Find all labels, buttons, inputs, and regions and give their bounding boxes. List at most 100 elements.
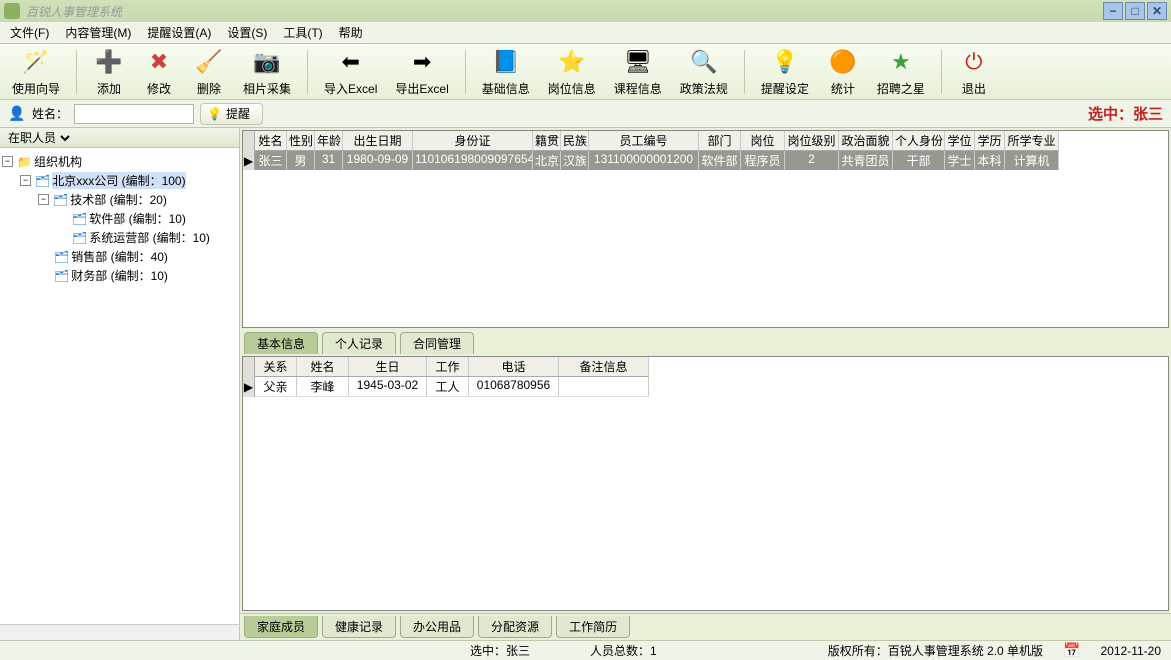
detail-header: 关系姓名生日工作电话备注信息 bbox=[255, 357, 649, 377]
menu-content[interactable]: 内容管理(M) bbox=[61, 22, 135, 43]
cell bbox=[559, 377, 649, 396]
tool-退出[interactable]: ⏻退出 bbox=[954, 44, 994, 99]
col-header[interactable]: 民族 bbox=[561, 131, 589, 150]
col-header[interactable]: 政治面貌 bbox=[839, 131, 893, 150]
相片采集-icon: 📷 bbox=[251, 46, 283, 78]
cell: 父亲 bbox=[255, 377, 297, 396]
tree-root[interactable]: − 📁 组织机构 bbox=[2, 152, 237, 171]
menu-file[interactable]: 文件(F) bbox=[6, 22, 53, 43]
sidebar: 在职人员 − 📁 组织机构 − 🗂 北京xxx公司 (编制：100) − 🗂 技… bbox=[0, 128, 240, 640]
org-icon: 🗂 bbox=[35, 174, 50, 188]
status-date: 2012-11-20 bbox=[1101, 644, 1162, 658]
使用向导-icon: 🪄 bbox=[20, 46, 52, 78]
col-header[interactable]: 姓名 bbox=[297, 357, 349, 376]
col-header[interactable]: 学历 bbox=[975, 131, 1005, 150]
col-header[interactable]: 岗位级别 bbox=[785, 131, 839, 150]
close-button[interactable]: ✕ bbox=[1147, 2, 1167, 20]
col-header[interactable]: 生日 bbox=[349, 357, 427, 376]
cell: 计算机 bbox=[1005, 151, 1059, 170]
cell: 张三 bbox=[255, 151, 287, 170]
menubar: 文件(F) 内容管理(M) 提醒设置(A) 设置(S) 工具(T) 帮助 bbox=[0, 22, 1171, 44]
col-header[interactable]: 个人身份 bbox=[893, 131, 945, 150]
tab-health[interactable]: 健康记录 bbox=[322, 616, 396, 638]
col-header[interactable]: 所学专业 bbox=[1005, 131, 1059, 150]
tree-company[interactable]: − 🗂 北京xxx公司 (编制：100) bbox=[2, 171, 237, 190]
政策法规-icon: 🔍 bbox=[688, 46, 720, 78]
table-row[interactable]: 父亲李峰1945-03-02工人01068780956 bbox=[255, 377, 649, 397]
tab-contract[interactable]: 合同管理 bbox=[400, 332, 474, 354]
tool-导入Excel[interactable]: ⬅导入Excel bbox=[320, 44, 381, 99]
tool-修改[interactable]: ✖修改 bbox=[139, 44, 179, 99]
col-header[interactable]: 年龄 bbox=[315, 131, 343, 150]
tool-删除[interactable]: 🧹删除 bbox=[189, 44, 229, 99]
table-row[interactable]: 张三男311980-09-09110106198009097654北京汉族131… bbox=[255, 151, 1059, 170]
tool-提醒设定[interactable]: 💡提醒设定 bbox=[757, 44, 813, 99]
minimize-button[interactable]: − bbox=[1103, 2, 1123, 20]
tab-resume[interactable]: 工作简历 bbox=[556, 616, 630, 638]
status-selected: 选中：张三 bbox=[470, 642, 530, 659]
tree-dept-soft[interactable]: 🗂 软件部 (编制：10) bbox=[2, 209, 237, 228]
maximize-button[interactable]: □ bbox=[1125, 2, 1145, 20]
tool-添加[interactable]: ➕添加 bbox=[89, 44, 129, 99]
cell: 北京 bbox=[533, 151, 561, 170]
tab-resource[interactable]: 分配资源 bbox=[478, 616, 552, 638]
tool-基础信息[interactable]: 📘基础信息 bbox=[478, 44, 534, 99]
tool-使用向导[interactable]: 🪄使用向导 bbox=[8, 44, 64, 99]
tree-dept-sales[interactable]: 🗂 销售部 (编制：40) bbox=[2, 247, 237, 266]
cell: 汉族 bbox=[561, 151, 589, 170]
menu-tools[interactable]: 工具(T) bbox=[279, 22, 326, 43]
tool-岗位信息[interactable]: ⭐岗位信息 bbox=[544, 44, 600, 99]
calendar-icon: 📅 bbox=[1063, 642, 1080, 659]
col-header[interactable]: 籍贯 bbox=[533, 131, 561, 150]
collapse-icon[interactable]: − bbox=[20, 175, 31, 186]
tool-相片采集[interactable]: 📷相片采集 bbox=[239, 44, 295, 99]
col-header[interactable]: 姓名 bbox=[255, 131, 287, 150]
cell: 2 bbox=[785, 151, 839, 170]
col-header[interactable]: 身份证 bbox=[413, 131, 533, 150]
staff-status-select[interactable]: 在职人员 bbox=[4, 130, 73, 146]
col-header[interactable]: 部门 bbox=[699, 131, 741, 150]
col-header[interactable]: 员工编号 bbox=[589, 131, 699, 150]
app-icon bbox=[4, 3, 20, 19]
tool-导出Excel[interactable]: ➡导出Excel bbox=[391, 44, 452, 99]
remind-button[interactable]: 💡 提醒 bbox=[200, 103, 263, 125]
collapse-icon[interactable]: − bbox=[2, 156, 13, 167]
tree-dept-ops[interactable]: 🗂 系统运营部 (编制：10) bbox=[2, 228, 237, 247]
row-marker[interactable]: ▶ bbox=[243, 377, 255, 397]
导出Excel-icon: ➡ bbox=[406, 46, 438, 78]
tab-office[interactable]: 办公用品 bbox=[400, 616, 474, 638]
col-header[interactable]: 学位 bbox=[945, 131, 975, 150]
tool-课程信息[interactable]: 🖥课程信息 bbox=[610, 44, 666, 99]
课程信息-icon: 🖥 bbox=[622, 46, 654, 78]
col-header[interactable]: 电话 bbox=[469, 357, 559, 376]
tab-family[interactable]: 家庭成员 bbox=[244, 616, 318, 638]
岗位信息-icon: ⭐ bbox=[556, 46, 588, 78]
col-header[interactable]: 备注信息 bbox=[559, 357, 649, 376]
tool-政策法规[interactable]: 🔍政策法规 bbox=[676, 44, 732, 99]
menu-settings[interactable]: 设置(S) bbox=[223, 22, 271, 43]
tab-basic-info[interactable]: 基本信息 bbox=[244, 332, 318, 354]
tree-dept-fin[interactable]: 🗂 财务部 (编制：10) bbox=[2, 266, 237, 285]
tool-统计[interactable]: 🟠统计 bbox=[823, 44, 863, 99]
cell: 131100000001200 bbox=[589, 151, 699, 170]
col-header[interactable]: 关系 bbox=[255, 357, 297, 376]
cell: 软件部 bbox=[699, 151, 741, 170]
col-header[interactable]: 工作 bbox=[427, 357, 469, 376]
cell: 1945-03-02 bbox=[349, 377, 427, 396]
menu-remind[interactable]: 提醒设置(A) bbox=[143, 22, 215, 43]
tool-招聘之星[interactable]: ★招聘之星 bbox=[873, 44, 929, 99]
sidebar-hscroll[interactable] bbox=[0, 624, 239, 640]
menu-help[interactable]: 帮助 bbox=[335, 22, 367, 43]
employee-grid: 姓名性别年龄出生日期身份证籍贯民族员工编号部门岗位岗位级别政治面貌个人身份学位学… bbox=[242, 130, 1169, 328]
col-header[interactable]: 岗位 bbox=[741, 131, 785, 150]
tree-dept-tech[interactable]: − 🗂 技术部 (编制：20) bbox=[2, 190, 237, 209]
cell: 男 bbox=[287, 151, 315, 170]
col-header[interactable]: 出生日期 bbox=[343, 131, 413, 150]
tab-personal-record[interactable]: 个人记录 bbox=[322, 332, 396, 354]
main-area: 姓名性别年龄出生日期身份证籍贯民族员工编号部门岗位岗位级别政治面貌个人身份学位学… bbox=[240, 128, 1171, 640]
name-input[interactable] bbox=[74, 104, 194, 124]
sidebar-dropdown[interactable]: 在职人员 bbox=[0, 128, 239, 148]
col-header[interactable]: 性别 bbox=[287, 131, 315, 150]
row-marker[interactable]: ▶ bbox=[243, 151, 255, 170]
collapse-icon[interactable]: − bbox=[38, 194, 49, 205]
